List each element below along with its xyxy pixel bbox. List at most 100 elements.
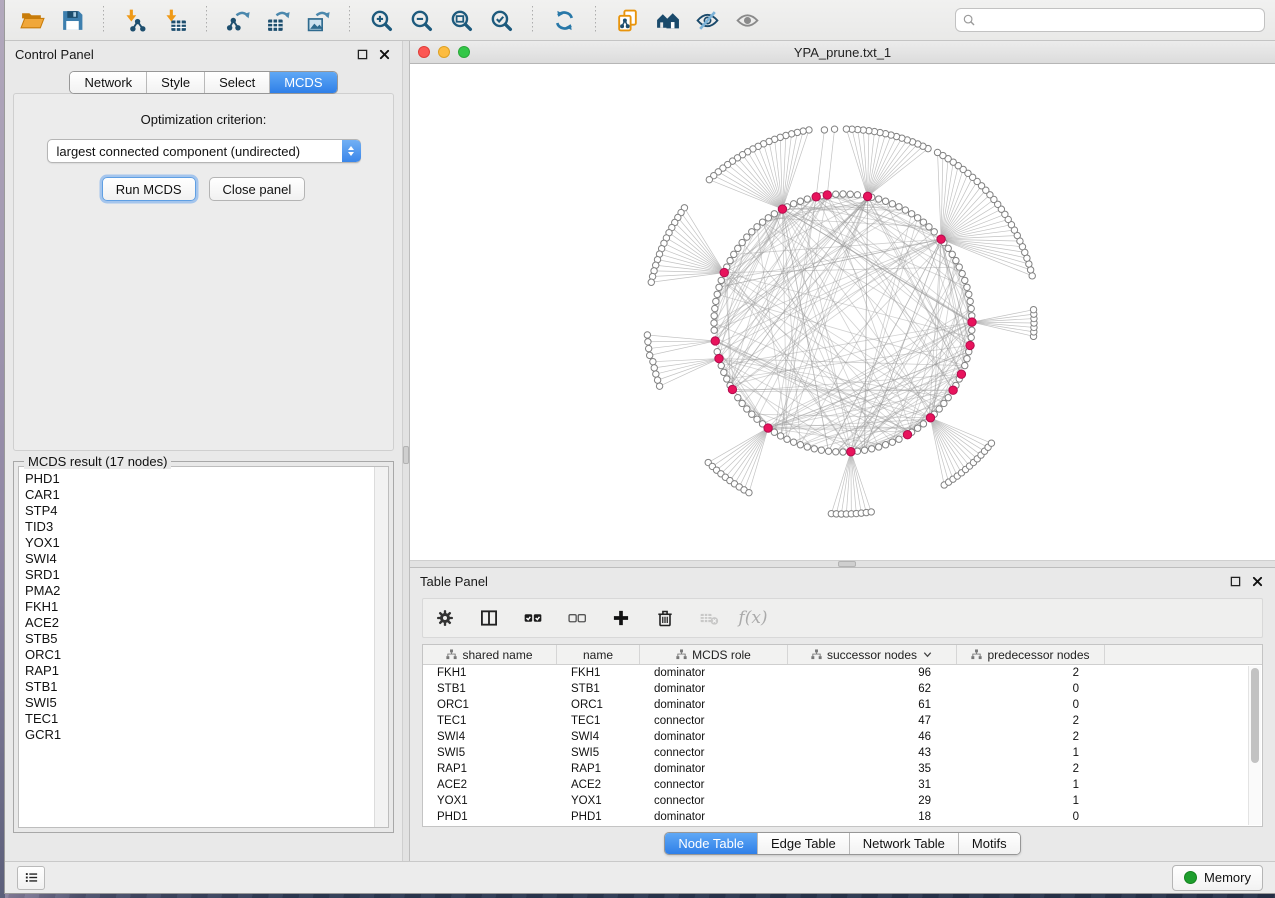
import-network-button[interactable] [118, 4, 152, 36]
network-node[interactable] [953, 257, 959, 263]
cell-predecessor-nodes[interactable]: 1 [957, 779, 1105, 791]
network-node[interactable] [735, 245, 741, 251]
mcds-result-item[interactable]: FKH1 [25, 599, 374, 615]
table-tab-node-table[interactable]: Node Table [665, 833, 758, 854]
network-node[interactable] [650, 358, 656, 364]
mcds-hub-node[interactable] [937, 235, 945, 243]
mcds-hub-node[interactable] [926, 414, 934, 422]
mcds-hub-node[interactable] [966, 341, 974, 349]
close-panel-icon[interactable] [1249, 573, 1265, 589]
close-panel-button[interactable]: Close panel [209, 177, 306, 201]
network-node[interactable] [804, 444, 810, 450]
cell-successor-nodes[interactable]: 47 [788, 715, 957, 727]
table-scrollbar[interactable] [1248, 666, 1261, 825]
run-mcds-button[interactable]: Run MCDS [102, 177, 196, 201]
table-tab-motifs[interactable]: Motifs [959, 833, 1020, 854]
cell-predecessor-nodes[interactable]: 0 [957, 699, 1105, 711]
mcds-result-item[interactable]: SRD1 [25, 567, 374, 583]
network-node[interactable] [804, 196, 810, 202]
cell-predecessor-nodes[interactable]: 2 [957, 731, 1105, 743]
cell-mcds-role[interactable]: connector [640, 779, 788, 791]
cell-mcds-role[interactable]: dominator [640, 811, 788, 823]
trash-button[interactable] [653, 606, 677, 630]
cell-predecessor-nodes[interactable]: 1 [957, 795, 1105, 807]
column-header-predecessor-nodes[interactable]: predecessor nodes [957, 645, 1105, 664]
cell-successor-nodes[interactable]: 35 [788, 763, 957, 775]
memory-button[interactable]: Memory [1172, 865, 1263, 891]
cell-successor-nodes[interactable]: 46 [788, 731, 957, 743]
cell-shared-name[interactable]: ACE2 [423, 779, 557, 791]
network-node[interactable] [920, 421, 926, 427]
cell-name[interactable]: SWI4 [557, 731, 640, 743]
splitter-grip[interactable] [838, 561, 856, 567]
add-button[interactable] [609, 606, 633, 630]
cell-shared-name[interactable]: FKH1 [423, 667, 557, 679]
network-node[interactable] [941, 400, 947, 406]
cell-name[interactable]: YOX1 [557, 795, 640, 807]
network-node[interactable] [969, 327, 975, 333]
cell-shared-name[interactable]: SWI4 [423, 731, 557, 743]
network-node[interactable] [854, 192, 860, 198]
table-row[interactable]: RAP1RAP1dominator352 [423, 761, 1262, 777]
mcds-result-item[interactable]: ACE2 [25, 615, 374, 631]
mcds-result-item[interactable]: RAP1 [25, 663, 374, 679]
network-node[interactable] [711, 327, 717, 333]
network-node[interactable] [908, 211, 914, 217]
columns-button[interactable] [477, 606, 501, 630]
network-node[interactable] [861, 447, 867, 453]
cell-predecessor-nodes[interactable]: 1 [957, 747, 1105, 759]
mcds-list-scrollbar[interactable] [374, 467, 388, 827]
column-header-name[interactable]: name [557, 645, 640, 664]
table-row[interactable]: SWI4SWI4dominator462 [423, 729, 1262, 745]
network-node[interactable] [806, 127, 812, 133]
select-all-button[interactable] [521, 606, 545, 630]
cell-shared-name[interactable]: PHD1 [423, 811, 557, 823]
zoom-in-button[interactable] [364, 4, 398, 36]
table-tab-network-table[interactable]: Network Table [850, 833, 959, 854]
network-node[interactable] [784, 436, 790, 442]
export-network-button[interactable] [221, 4, 255, 36]
network-node[interactable] [716, 284, 722, 290]
export-table-button[interactable] [261, 4, 295, 36]
cell-predecessor-nodes[interactable]: 2 [957, 763, 1105, 775]
cell-mcds-role[interactable]: connector [640, 747, 788, 759]
network-node[interactable] [771, 211, 777, 217]
network-node[interactable] [964, 284, 970, 290]
network-node[interactable] [765, 215, 771, 221]
network-node[interactable] [653, 371, 659, 377]
network-node[interactable] [833, 191, 839, 197]
network-node[interactable] [966, 291, 972, 297]
cell-mcds-role[interactable]: dominator [640, 763, 788, 775]
table-scrollbar-thumb[interactable] [1251, 668, 1259, 763]
network-node[interactable] [706, 176, 712, 182]
network-node[interactable] [896, 204, 902, 210]
network-node[interactable] [811, 446, 817, 452]
network-node[interactable] [790, 439, 796, 445]
tab-style[interactable]: Style [147, 72, 205, 93]
splitter-grip[interactable] [403, 446, 409, 464]
criterion-dropdown[interactable]: largest connected component (undirected) [47, 139, 361, 163]
network-node[interactable] [718, 277, 724, 283]
network-node[interactable] [651, 365, 657, 371]
network-node[interactable] [749, 411, 755, 417]
network-node[interactable] [869, 446, 875, 452]
table-row[interactable]: PHD1PHD1dominator180 [423, 809, 1262, 825]
network-node[interactable] [727, 257, 733, 263]
mcds-result-item[interactable]: CAR1 [25, 487, 374, 503]
mcds-result-item[interactable]: STB1 [25, 679, 374, 695]
mcds-hub-node[interactable] [847, 448, 855, 456]
network-node[interactable] [967, 298, 973, 304]
show-button[interactable] [730, 4, 764, 36]
tab-network[interactable]: Network [70, 72, 147, 93]
cell-name[interactable]: FKH1 [557, 667, 640, 679]
network-node[interactable] [926, 224, 932, 230]
search-box[interactable] [955, 8, 1265, 32]
mcds-hub-node[interactable] [903, 431, 911, 439]
network-node[interactable] [749, 229, 755, 235]
mcds-result-item[interactable]: ORC1 [25, 647, 374, 663]
network-node[interactable] [956, 264, 962, 270]
network-node[interactable] [882, 198, 888, 204]
network-node[interactable] [964, 356, 970, 362]
deselect-all-button[interactable] [565, 606, 589, 630]
cell-shared-name[interactable]: SWI5 [423, 747, 557, 759]
